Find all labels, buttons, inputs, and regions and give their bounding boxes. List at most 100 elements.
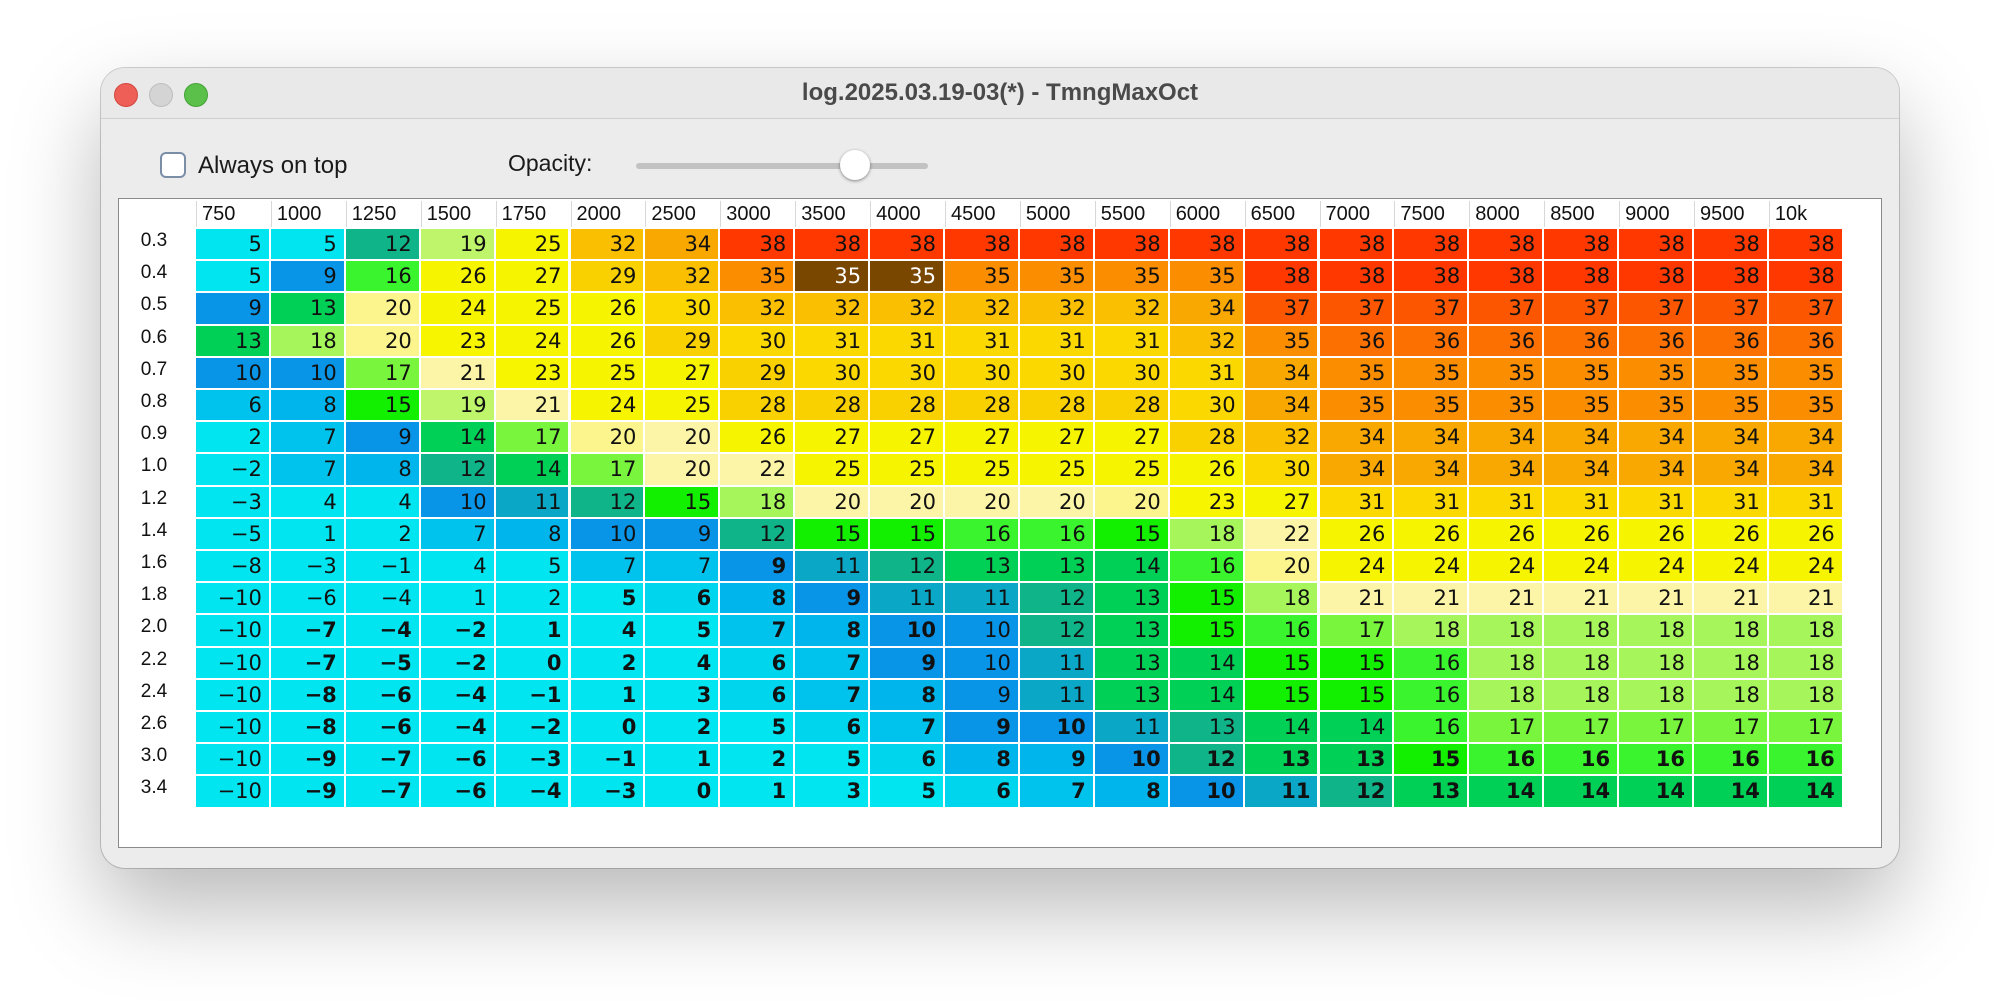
- table-cell[interactable]: −3: [495, 744, 571, 777]
- table-cell[interactable]: −10: [196, 679, 271, 712]
- table-cell[interactable]: −4: [345, 583, 421, 616]
- table-cell[interactable]: −10: [196, 647, 271, 680]
- table-cell[interactable]: 14: [1469, 776, 1545, 809]
- table-cell[interactable]: 30: [645, 293, 721, 326]
- table-cell[interactable]: 11: [795, 551, 871, 584]
- table-cell[interactable]: 35: [1768, 390, 1844, 423]
- table-cell[interactable]: 12: [1169, 744, 1245, 777]
- table-cell[interactable]: 18: [1469, 615, 1545, 648]
- table-cell[interactable]: 25: [795, 454, 871, 487]
- table-cell[interactable]: 1: [720, 776, 796, 809]
- table-cell[interactable]: 34: [1544, 454, 1620, 487]
- table-cell[interactable]: 37: [1469, 293, 1545, 326]
- table-cell[interactable]: 34: [1694, 422, 1769, 455]
- table-cell[interactable]: 18: [1469, 647, 1545, 680]
- table-cell[interactable]: −10: [196, 744, 271, 777]
- table-cell[interactable]: 25: [870, 454, 945, 487]
- table-cell[interactable]: 18: [1394, 615, 1470, 648]
- table-cell[interactable]: 34: [1394, 454, 1470, 487]
- table-cell[interactable]: 36: [1619, 325, 1694, 358]
- table-cell[interactable]: 28: [720, 390, 796, 423]
- table-cell[interactable]: 38: [1244, 261, 1320, 294]
- table-cell[interactable]: 10: [945, 647, 1020, 680]
- table-cell[interactable]: 14: [1544, 776, 1620, 809]
- table-cell[interactable]: 25: [645, 390, 721, 423]
- table-cell[interactable]: 38: [1619, 261, 1694, 294]
- table-cell[interactable]: 38: [1394, 261, 1470, 294]
- table-cell[interactable]: 13: [1019, 551, 1095, 584]
- table-cell[interactable]: 31: [1319, 486, 1395, 519]
- table-cell[interactable]: 6: [795, 712, 871, 745]
- table-cell[interactable]: 16: [1544, 744, 1620, 777]
- table-cell[interactable]: 35: [1469, 390, 1545, 423]
- table-cell[interactable]: 21: [1544, 583, 1620, 616]
- table-cell[interactable]: 36: [1469, 325, 1545, 358]
- table-cell[interactable]: 20: [870, 486, 945, 519]
- table-cell[interactable]: 8: [345, 454, 421, 487]
- table-cell[interactable]: 2: [570, 647, 646, 680]
- table-cell[interactable]: 6: [720, 647, 796, 680]
- table-cell[interactable]: 34: [1244, 390, 1320, 423]
- table-cell[interactable]: −10: [196, 712, 271, 745]
- table-cell[interactable]: −8: [270, 712, 346, 745]
- table-cell[interactable]: −10: [196, 776, 271, 809]
- table-cell[interactable]: 35: [1619, 357, 1694, 390]
- table-cell[interactable]: 0: [645, 776, 721, 809]
- table-cell[interactable]: 15: [795, 518, 871, 551]
- table-cell[interactable]: −10: [196, 615, 271, 648]
- table-cell[interactable]: 16: [1768, 744, 1844, 777]
- table-cell[interactable]: 20: [645, 454, 721, 487]
- table-cell[interactable]: 37: [1244, 293, 1320, 326]
- table-cell[interactable]: 15: [1094, 518, 1170, 551]
- table-cell[interactable]: 24: [1544, 551, 1620, 584]
- table-cell[interactable]: 11: [495, 486, 571, 519]
- table-cell[interactable]: 35: [1394, 390, 1470, 423]
- table-cell[interactable]: 8: [795, 615, 871, 648]
- table-cell[interactable]: 16: [1694, 744, 1769, 777]
- table-cell[interactable]: 18: [1619, 647, 1694, 680]
- table-cell[interactable]: 12: [420, 454, 496, 487]
- table-cell[interactable]: 9: [945, 679, 1020, 712]
- table-cell[interactable]: 37: [1544, 293, 1620, 326]
- table-cell[interactable]: 34: [1319, 422, 1395, 455]
- table-cell[interactable]: 35: [1394, 357, 1470, 390]
- table-cell[interactable]: 10: [270, 357, 346, 390]
- table-cell[interactable]: 31: [1619, 486, 1694, 519]
- table-cell[interactable]: 31: [870, 325, 945, 358]
- table-cell[interactable]: 20: [1244, 551, 1320, 584]
- table-cell[interactable]: 27: [645, 357, 721, 390]
- table-cell[interactable]: 32: [570, 229, 646, 262]
- table-cell[interactable]: 24: [1619, 551, 1694, 584]
- table-cell[interactable]: −3: [196, 486, 271, 519]
- table-cell[interactable]: 14: [1694, 776, 1769, 809]
- table-cell[interactable]: −6: [420, 776, 496, 809]
- table-cell[interactable]: 7: [1019, 776, 1095, 809]
- table-cell[interactable]: −7: [345, 776, 421, 809]
- table-cell[interactable]: 9: [1019, 744, 1095, 777]
- table-cell[interactable]: 35: [1319, 390, 1395, 423]
- table-cell[interactable]: 15: [1244, 679, 1320, 712]
- table-cell[interactable]: 16: [1394, 647, 1470, 680]
- table-cell[interactable]: 14: [1169, 679, 1245, 712]
- table-cell[interactable]: 21: [495, 390, 571, 423]
- table-cell[interactable]: 16: [1469, 744, 1545, 777]
- table-cell[interactable]: 1: [270, 518, 346, 551]
- table-cell[interactable]: 1: [570, 679, 646, 712]
- table-cell[interactable]: 26: [1469, 518, 1545, 551]
- table-cell[interactable]: 7: [870, 712, 945, 745]
- table-cell[interactable]: 7: [270, 454, 346, 487]
- table-cell[interactable]: 16: [345, 261, 421, 294]
- table-cell[interactable]: −9: [270, 744, 346, 777]
- table-cell[interactable]: 9: [795, 583, 871, 616]
- table-cell[interactable]: 25: [495, 293, 571, 326]
- table-cell[interactable]: 12: [570, 486, 646, 519]
- table-cell[interactable]: 9: [720, 551, 796, 584]
- table-cell[interactable]: 38: [1394, 229, 1470, 262]
- table-cell[interactable]: 23: [420, 325, 496, 358]
- table-cell[interactable]: 14: [1244, 712, 1320, 745]
- table-cell[interactable]: 37: [1694, 293, 1769, 326]
- table-cell[interactable]: 0: [495, 647, 571, 680]
- table-cell[interactable]: 31: [1768, 486, 1844, 519]
- table-cell[interactable]: 7: [645, 551, 721, 584]
- table-cell[interactable]: 8: [495, 518, 571, 551]
